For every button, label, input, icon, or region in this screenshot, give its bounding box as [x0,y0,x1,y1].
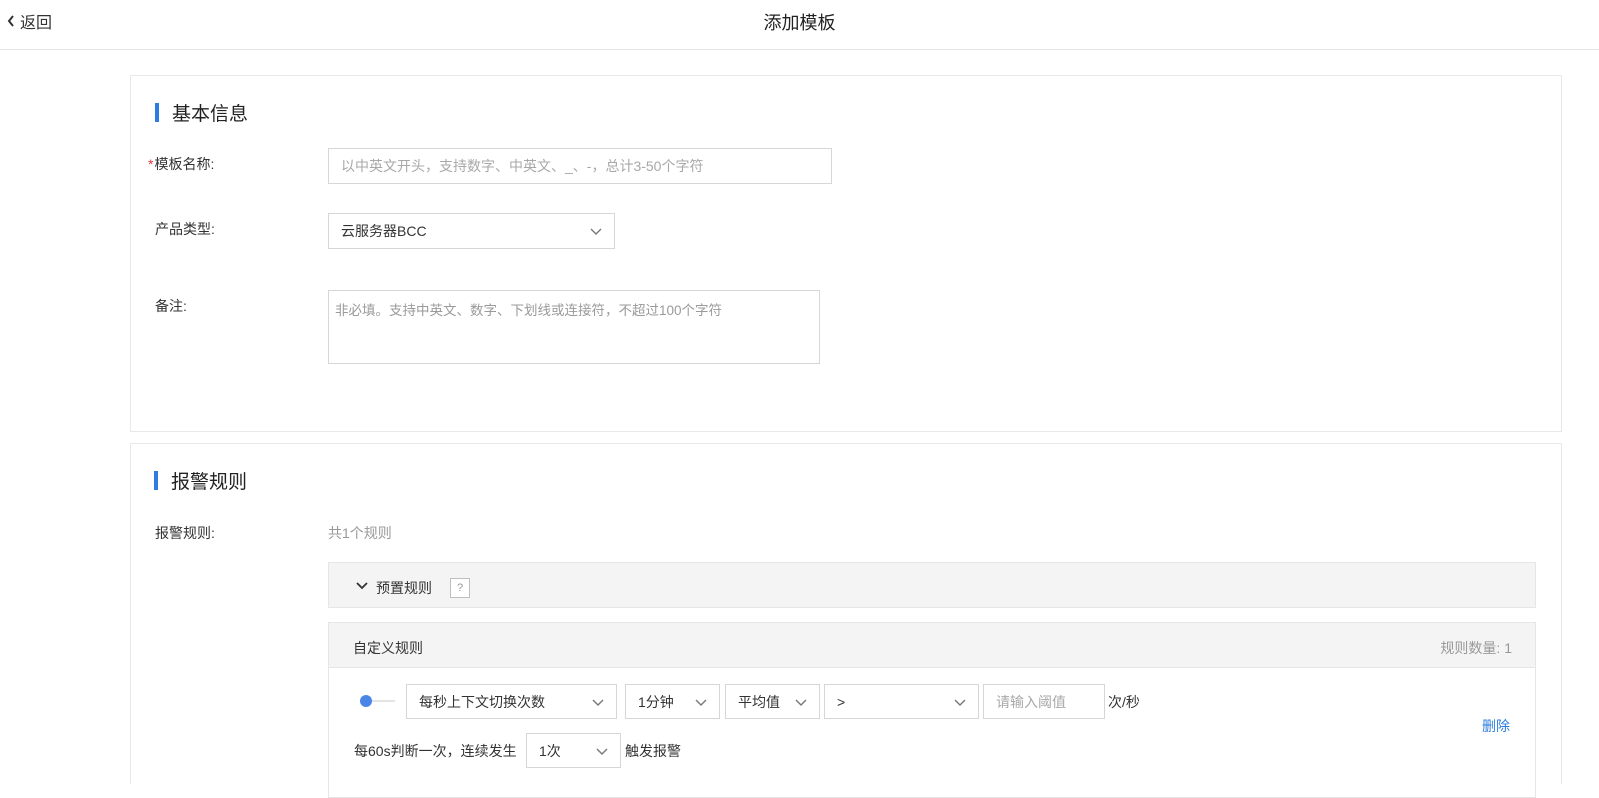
template-name-label: *模板名称: [148,156,215,172]
preset-rules-label: 预置规则 [376,580,432,596]
remark-label: 备注: [155,298,187,314]
product-type-select[interactable]: 云服务器BCC [328,213,615,249]
basic-info-card: 基本信息 *模板名称: 产品类型: 云服务器BCC 备注: [130,75,1562,432]
product-type-label: 产品类型: [155,221,215,237]
operator-select[interactable]: > [824,684,979,719]
custom-rules-header: 自定义规则 规则数量: 1 [328,622,1536,668]
basic-info-title: 基本信息 [155,99,248,126]
rules-count-text: 共1个规则 [328,525,392,541]
alarm-rules-label: 报警规则: [155,525,215,541]
delete-rule-link[interactable]: 删除 [1482,716,1510,736]
chevron-down-icon [596,748,608,755]
judge-prefix-text: 每60s判断一次，连续发生 [354,743,517,759]
section-marker [155,103,159,122]
alarm-rules-title: 报警规则 [154,467,247,494]
threshold-input[interactable] [983,684,1105,719]
chevron-down-icon [356,582,368,590]
chevron-down-icon [795,699,807,706]
preset-rules-panel[interactable]: 预置规则 ? [328,562,1536,608]
required-mark: * [148,156,154,172]
page-title: 添加模板 [763,13,836,33]
trigger-suffix-text: 触发报警 [625,743,681,759]
remark-textarea[interactable] [328,290,820,364]
chevron-down-icon [954,699,966,706]
times-select[interactable]: 1次 [526,733,621,768]
template-name-input[interactable] [328,148,832,184]
custom-rule-row: 每秒上下文切换次数 1分钟 平均值 > 次/秒 删除 每60s判断一次，连续发生… [328,668,1536,798]
chevron-down-icon [592,699,604,706]
unit-label: 次/秒 [1108,694,1140,710]
chevron-down-icon [590,228,602,235]
rule-toggle[interactable] [359,694,395,708]
top-bar: 返回 添加模板 [0,0,1599,50]
chevron-down-icon [695,699,707,706]
statistic-select[interactable]: 平均值 [725,684,820,719]
metric-select[interactable]: 每秒上下文切换次数 [406,684,617,719]
custom-rules-label: 自定义规则 [353,640,423,656]
period-select[interactable]: 1分钟 [625,684,720,719]
section-marker [154,471,158,490]
rule-count-text: 规则数量: 1 [1440,640,1512,656]
product-type-value: 云服务器BCC [341,223,427,239]
help-icon[interactable]: ? [450,578,470,598]
